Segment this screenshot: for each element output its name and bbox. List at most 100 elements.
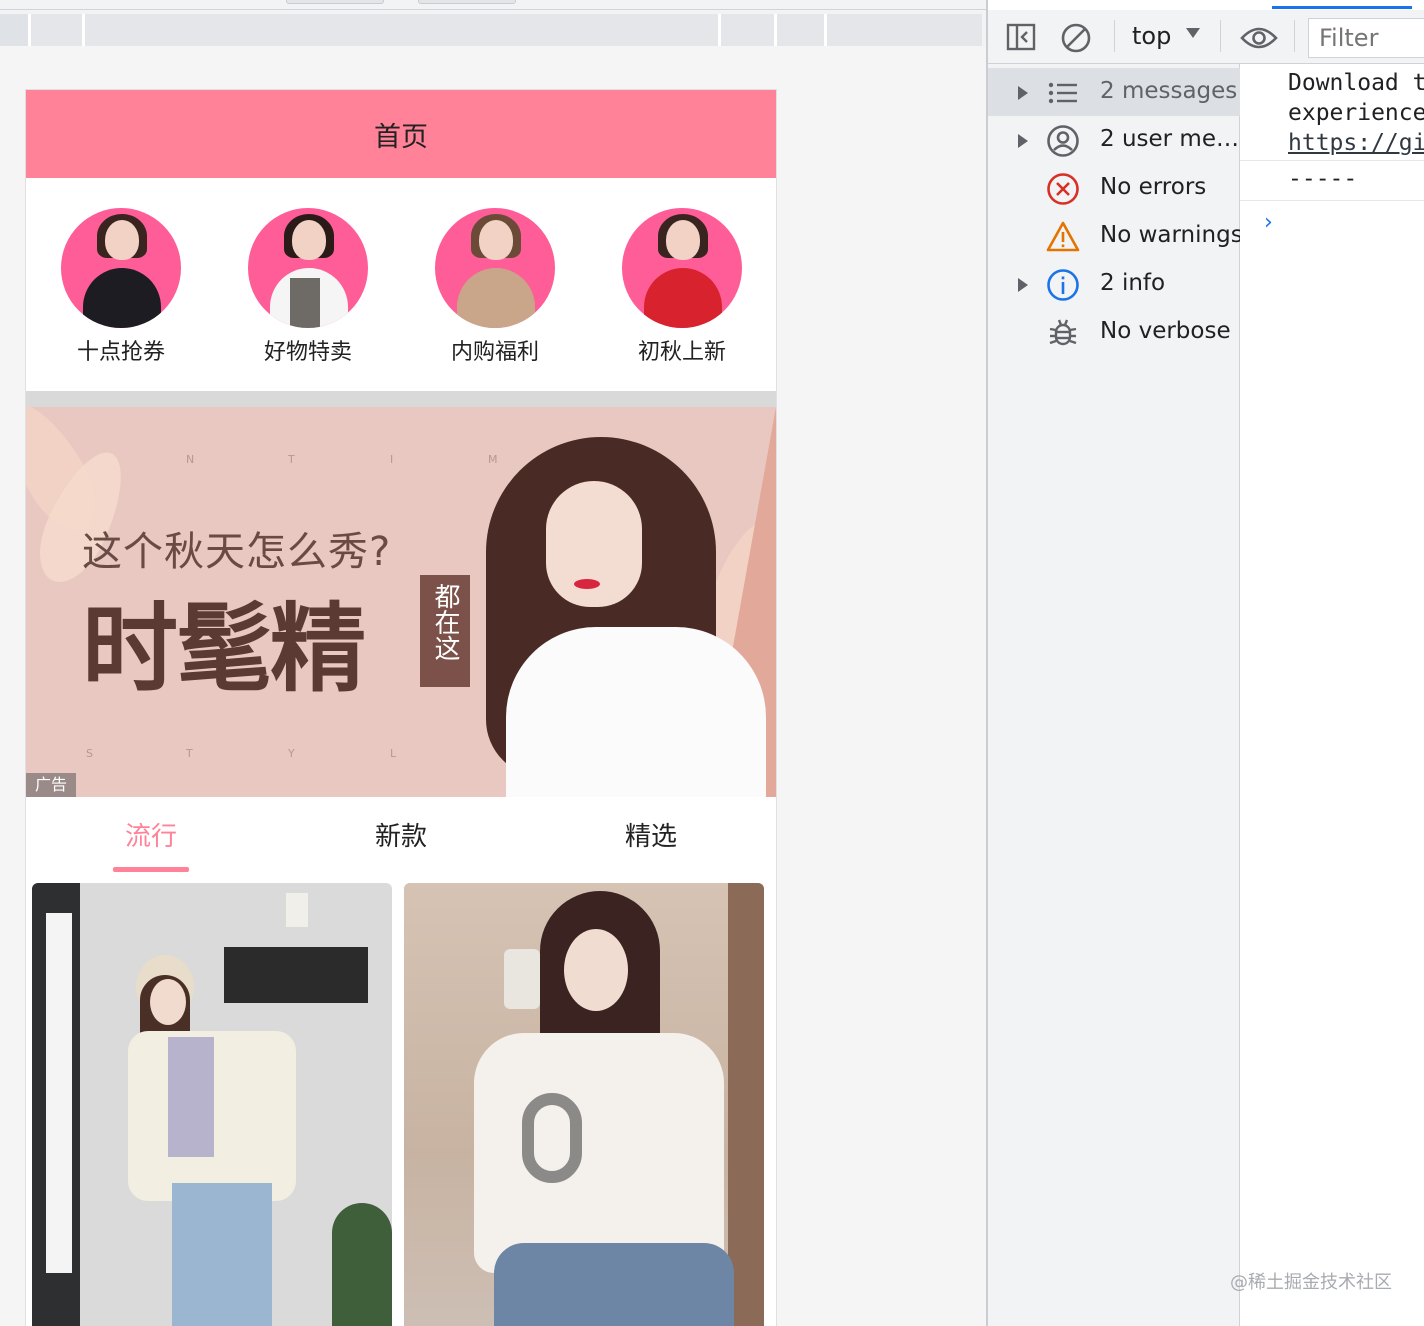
tab-sell[interactable]: 精选: [526, 797, 776, 877]
sidebar-item-messages[interactable]: 2 messages: [988, 68, 1240, 116]
list-icon: [1046, 76, 1080, 110]
console-message-link[interactable]: https://gi: [1288, 130, 1424, 156]
chevron-down-icon[interactable]: [1186, 28, 1200, 38]
strip-tab[interactable]: [418, 0, 516, 4]
avatar-face: [479, 220, 513, 260]
banner-headline: 时髦精: [82, 593, 366, 705]
goods-photo-jeans: [494, 1243, 734, 1326]
browser-page-area: 首页 十点抢券 好物特卖 内购福利 初秋上新 N T I M S T Y L 这…: [0, 0, 986, 1326]
banner-letter: Y: [288, 747, 295, 760]
goods-photo-hoodie: [474, 1033, 724, 1273]
eye-icon[interactable]: [1240, 24, 1278, 56]
goods-photo-print: [522, 1093, 582, 1183]
expand-arrow-icon[interactable]: [1018, 278, 1028, 292]
recommend-label: 内购福利: [450, 340, 539, 365]
sidebar-item-warnings[interactable]: No warnings: [988, 212, 1243, 260]
goods-photo-face: [150, 979, 186, 1025]
nav-bar: 首页: [26, 90, 776, 178]
toolbar-separator: [1220, 20, 1221, 52]
model-lips: [574, 579, 600, 589]
goods-item[interactable]: [32, 883, 392, 1326]
ad-label: 广告: [26, 773, 76, 797]
banner-letter: L: [390, 747, 397, 760]
recommend-view: 十点抢券 好物特卖 内购福利 初秋上新: [26, 178, 776, 391]
goods-photo-doorframe: [728, 883, 764, 1326]
avatar-face: [105, 220, 139, 260]
banner-model-photo: [486, 427, 776, 797]
goods-photo-doorframe: [46, 913, 72, 1273]
banner-letter: N: [186, 453, 195, 466]
context-selector[interactable]: top: [1132, 22, 1171, 50]
avatar-face: [292, 220, 326, 260]
avatar-face: [666, 220, 700, 260]
section-divider: [26, 391, 776, 407]
recommend-avatar: [248, 208, 368, 328]
sidebar-item-errors[interactable]: No errors: [988, 164, 1240, 212]
error-icon: [1046, 172, 1080, 206]
recommend-item[interactable]: 初秋上新: [602, 208, 762, 366]
sidebar-item-label: 2 info: [1100, 270, 1166, 296]
goods-photo-plant: [332, 1203, 392, 1326]
sidebar-item-label: No verbose: [1100, 318, 1231, 344]
console-toolbar: top: [988, 10, 1424, 64]
user-icon: [1046, 124, 1080, 158]
ruler-segment: [718, 14, 774, 46]
console-message-text: experience: [1288, 100, 1424, 126]
bug-icon: [1046, 316, 1080, 350]
banner-subtitle: 这个秋天怎么秀?: [82, 529, 392, 575]
sidebar-item-user-messages[interactable]: 2 user me…: [988, 116, 1240, 164]
sidebar-toggle-icon[interactable]: [1006, 22, 1036, 56]
goods-photo-face: [564, 929, 628, 1011]
sidebar-item-verbose[interactable]: No verbose: [988, 308, 1240, 356]
recommend-avatar: [61, 208, 181, 328]
devtools-panel: top 2 messages 2 user me…: [986, 0, 1424, 1326]
recommend-avatar: [622, 208, 742, 328]
banner-tag: 都在这: [420, 575, 470, 687]
console-prompt-icon[interactable]: ›: [1264, 210, 1273, 235]
sidebar-item-label: 2 user me…: [1100, 126, 1239, 152]
recommend-item[interactable]: 好物特卖: [228, 208, 388, 366]
banner-letter: S: [86, 747, 93, 760]
goods-photo-lamp: [286, 893, 308, 927]
goods-photo-jeans: [172, 1183, 272, 1326]
page-title: 首页: [374, 121, 428, 153]
ruler-segment: [774, 14, 824, 46]
banner-letter: T: [288, 453, 295, 466]
model-shirt: [506, 627, 766, 797]
sidebar-item-label: 2 messages: [1100, 78, 1238, 104]
watermark: @稀土掘金技术社区: [1230, 1272, 1392, 1293]
recommend-label: 十点抢券: [76, 340, 165, 365]
filter-input[interactable]: [1308, 18, 1424, 58]
devtools-active-tab-indicator: [1272, 6, 1412, 9]
goods-item[interactable]: [404, 883, 764, 1326]
tab-pop[interactable]: 流行: [26, 797, 276, 877]
recommend-avatar: [435, 208, 555, 328]
recommend-item[interactable]: 内购福利: [415, 208, 575, 366]
goods-photo-sign: [224, 947, 368, 1003]
recommend-item[interactable]: 十点抢券: [41, 208, 201, 366]
tab-new[interactable]: 新款: [276, 797, 526, 877]
expand-arrow-icon[interactable]: [1018, 134, 1028, 148]
ad-banner[interactable]: N T I M S T Y L 这个秋天怎么秀? 时髦精 都在这 广告: [26, 407, 776, 797]
console-message-text: Download t: [1288, 70, 1424, 96]
console-row-separator: [1240, 200, 1424, 201]
mobile-viewport: 首页 十点抢券 好物特卖 内购福利 初秋上新 N T I M S T Y L 这…: [25, 89, 777, 1326]
warning-icon: [1046, 220, 1080, 254]
avatar-outfit: [83, 268, 161, 328]
tab-active-indicator: [113, 867, 189, 872]
avatar-overall: [290, 278, 320, 328]
recommend-label: 初秋上新: [637, 340, 726, 365]
banner-letter: I: [390, 453, 394, 466]
goods-photo-shirt: [168, 1037, 214, 1157]
ruler-segment: [824, 14, 982, 46]
info-icon: [1046, 268, 1080, 302]
expand-arrow-icon[interactable]: [1018, 86, 1028, 100]
strip-tab[interactable]: [286, 0, 384, 4]
sidebar-item-info[interactable]: 2 info: [988, 260, 1240, 308]
clear-console-icon[interactable]: [1060, 22, 1092, 58]
banner-tag-text: 都在这: [430, 583, 460, 661]
recommend-label: 好物特卖: [263, 340, 352, 365]
goods-photo-phone: [504, 949, 540, 1009]
avatar-outfit: [644, 268, 722, 328]
toolbar-separator: [1294, 20, 1295, 52]
